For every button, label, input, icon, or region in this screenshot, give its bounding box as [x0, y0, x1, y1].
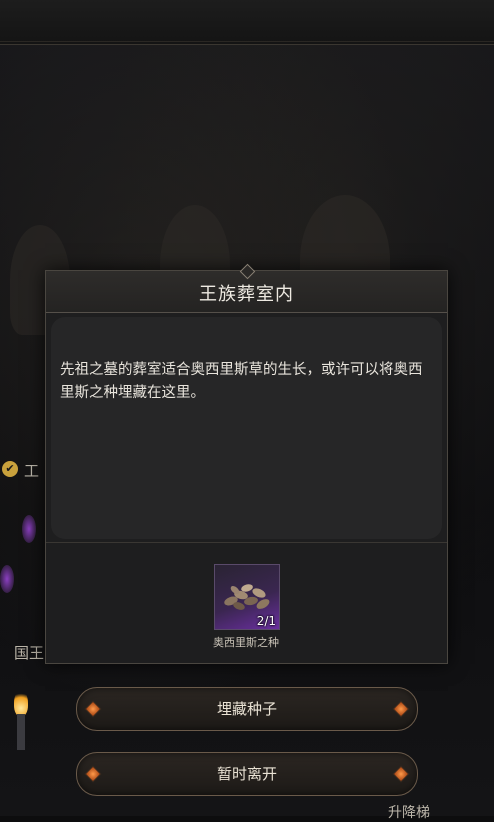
- background-label: 国王: [14, 644, 45, 662]
- gem-ornament-icon: [392, 700, 410, 718]
- checkmark-icon: ✔: [2, 461, 18, 477]
- gem-ornament-icon: [392, 765, 410, 783]
- dialog-description: 先祖之墓的葬室适合奥西里斯草的生长，或许可以将奥西里斯之种埋藏在这里。: [60, 362, 423, 401]
- divider: [46, 542, 447, 543]
- item-count: 2/1: [256, 614, 276, 628]
- background-label: 升降梯: [388, 805, 430, 821]
- tomb-dialog: 王族葬室内 先祖之墓的葬室适合奥西里斯草的生长，或许可以将奥西里斯之种埋藏在这里…: [45, 263, 448, 664]
- gem-ornament-icon: [84, 765, 102, 783]
- dialog-title: 王族葬室内: [199, 284, 294, 305]
- description-panel: [51, 317, 442, 539]
- item-name: 奥西里斯之种: [213, 636, 279, 649]
- leave-button[interactable]: 暂时离开: [76, 752, 418, 796]
- dialog-header: 王族葬室内: [46, 263, 447, 313]
- button-label: 暂时离开: [216, 765, 277, 783]
- button-label: 埋藏种子: [216, 700, 277, 718]
- item-slot[interactable]: 2/1: [214, 564, 280, 630]
- seed-pile-icon: [224, 584, 270, 610]
- background-label: 工: [24, 462, 40, 480]
- purple-crystal-glow: [0, 565, 14, 593]
- top-bar: [0, 0, 494, 45]
- bury-seed-button[interactable]: 埋藏种子: [76, 687, 418, 731]
- gem-ornament-icon: [84, 700, 102, 718]
- torch-icon: [6, 690, 36, 750]
- purple-crystal-glow: [22, 515, 36, 543]
